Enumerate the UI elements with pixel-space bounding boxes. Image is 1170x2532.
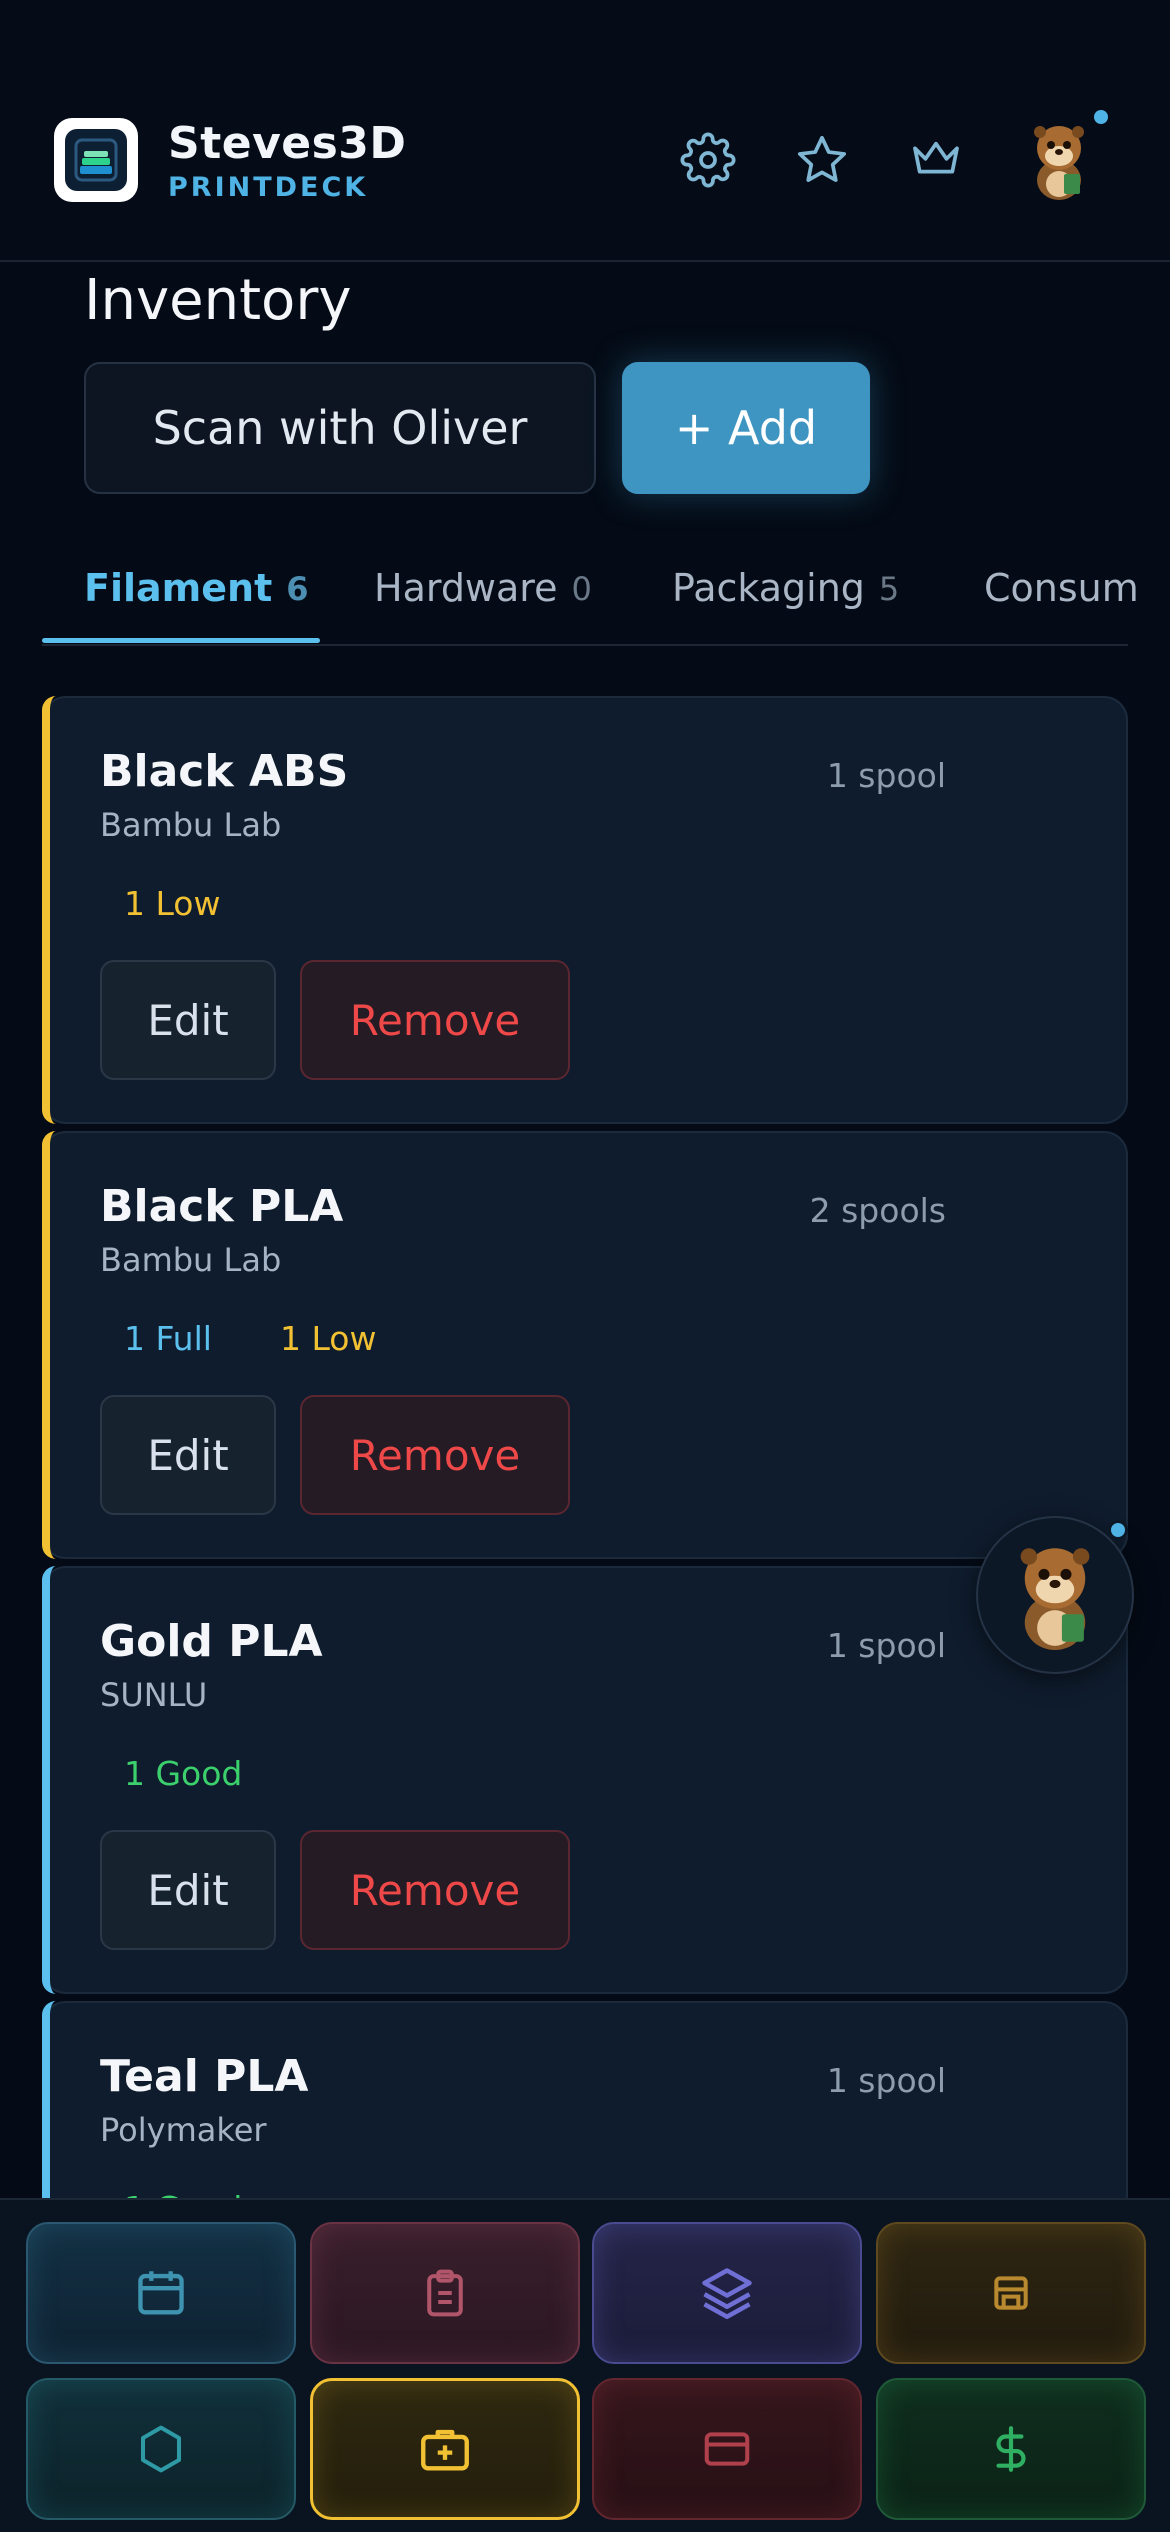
- notification-dot: [1094, 110, 1108, 124]
- item-name: Black PLA: [100, 1181, 344, 1232]
- status-chip: 1 Good: [124, 1754, 243, 1793]
- category-tabs: Filament 6 Hardware 0 Packaging 5 Consum: [42, 552, 1139, 646]
- remove-button[interactable]: Remove: [300, 960, 570, 1080]
- brand-name: Steves3D: [168, 118, 407, 169]
- tab-filament[interactable]: Filament 6: [84, 552, 309, 646]
- dollar-icon: [996, 2426, 1026, 2472]
- nav-orders[interactable]: [310, 2222, 580, 2364]
- nav-payments[interactable]: [592, 2378, 862, 2520]
- hexagon-icon: [140, 2425, 182, 2473]
- status-chip: 1 Low: [280, 1319, 377, 1358]
- item-brand: Bambu Lab: [100, 1241, 282, 1279]
- nav-storefront[interactable]: [876, 2222, 1146, 2364]
- item-name: Black ABS: [100, 746, 349, 797]
- brand-subtitle: PRINTDECK: [168, 172, 369, 203]
- add-button[interactable]: + Add: [622, 362, 870, 494]
- credit-card-icon: [704, 2432, 750, 2466]
- nav-models[interactable]: [26, 2378, 296, 2520]
- tab-count: 5: [878, 570, 900, 608]
- nav-prints[interactable]: [592, 2222, 862, 2364]
- tab-count: 6: [286, 570, 309, 608]
- edit-button[interactable]: Edit: [100, 1830, 276, 1950]
- clipboard-icon: [427, 2269, 463, 2317]
- item-name: Gold PLA: [100, 1616, 323, 1667]
- status-accent-bar: [42, 1566, 56, 1994]
- item-brand: SUNLU: [100, 1676, 208, 1714]
- printer-logo-icon: [65, 129, 127, 191]
- bottom-nav: [0, 2198, 1170, 2532]
- layers-icon: [702, 2268, 752, 2319]
- gear-icon[interactable]: [678, 130, 738, 190]
- scan-with-oliver-button[interactable]: Scan with Oliver: [84, 362, 596, 494]
- edit-button[interactable]: Edit: [100, 960, 276, 1080]
- tab-hardware[interactable]: Hardware 0: [374, 552, 592, 646]
- tab-count: 0: [571, 570, 592, 608]
- otter-icon: [1020, 1548, 1090, 1650]
- status-chip: 1 Full: [124, 1319, 212, 1358]
- app-logo[interactable]: [54, 118, 138, 202]
- nav-calendar[interactable]: [26, 2222, 296, 2364]
- remove-button[interactable]: Remove: [300, 1830, 570, 1950]
- medkit-icon: [421, 2429, 469, 2471]
- active-tab-indicator: [42, 638, 320, 643]
- tab-label: Hardware: [374, 566, 558, 610]
- item-name: Teal PLA: [100, 2051, 309, 2102]
- tab-label: Packaging: [672, 566, 865, 610]
- crown-icon[interactable]: [906, 130, 966, 190]
- nav-finances[interactable]: [876, 2378, 1146, 2520]
- tab-label: Filament: [84, 566, 273, 610]
- status-accent-bar: [42, 696, 56, 1124]
- nav-inventory[interactable]: [310, 2378, 580, 2520]
- calendar-icon: [138, 2271, 184, 2315]
- app-header: Steves3D PRINTDECK: [0, 0, 1170, 262]
- notification-dot: [1108, 1520, 1128, 1540]
- tab-label: Consum: [984, 566, 1139, 610]
- oliver-assistant-button[interactable]: [976, 1516, 1134, 1674]
- item-count: 1 spool: [826, 756, 946, 795]
- edit-button[interactable]: Edit: [100, 1395, 276, 1515]
- inventory-card: Black ABS Bambu Lab 1 spool 1 Low Edit R…: [42, 696, 1128, 1124]
- storefront-icon: [994, 2276, 1028, 2310]
- item-count: 1 spool: [826, 2061, 946, 2100]
- item-count: 1 spool: [826, 1626, 946, 1665]
- status-chip: 1 Low: [124, 884, 221, 923]
- item-brand: Polymaker: [100, 2111, 267, 2149]
- item-brand: Bambu Lab: [100, 806, 282, 844]
- tab-packaging[interactable]: Packaging 5: [672, 552, 899, 646]
- inventory-card: Gold PLA SUNLU 1 spool 1 Good Edit Remov…: [42, 1566, 1128, 1994]
- remove-button[interactable]: Remove: [300, 1395, 570, 1515]
- status-accent-bar: [42, 1131, 56, 1559]
- inventory-card: Black PLA Bambu Lab 2 spools 1 Full 1 Lo…: [42, 1131, 1128, 1559]
- tab-consumables[interactable]: Consum: [984, 552, 1139, 646]
- page-title: Inventory: [84, 268, 352, 333]
- app-root: Steves3D PRINTDECK Inventory Scan with O…: [0, 0, 1170, 2532]
- star-icon[interactable]: [792, 130, 852, 190]
- avatar[interactable]: [1026, 120, 1092, 200]
- item-count: 2 spools: [809, 1191, 946, 1230]
